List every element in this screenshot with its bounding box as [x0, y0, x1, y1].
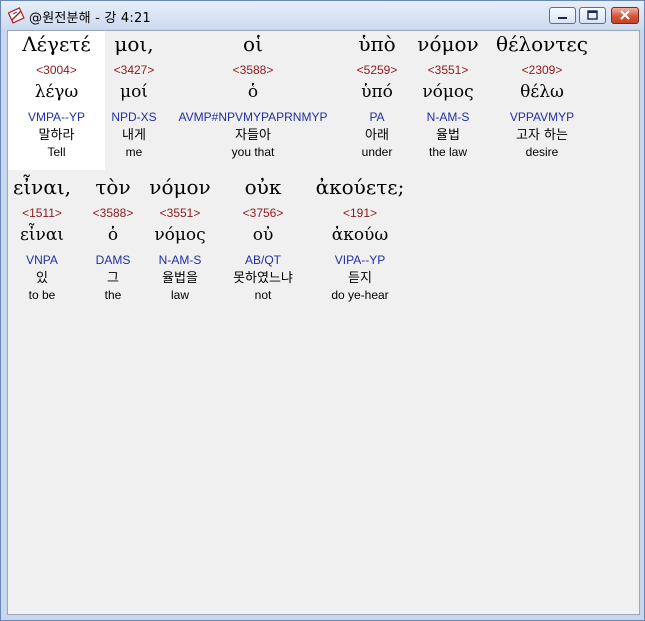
lemma: λέγω: [34, 82, 79, 102]
maximize-icon: [587, 10, 598, 20]
korean-gloss: 있: [36, 271, 48, 286]
morphology-code[interactable]: PA: [346, 109, 408, 126]
morphology-code[interactable]: VMPA--YP: [8, 109, 105, 126]
strong-number[interactable]: <3551>: [410, 62, 486, 79]
word-moi[interactable]: μοι, <3427> μοί NPD-XS 내게 me: [105, 31, 163, 161]
greek-word: μοι,: [114, 32, 154, 56]
lemma: οὐ: [252, 225, 274, 245]
morphology-code[interactable]: N-AM-S: [410, 109, 486, 126]
close-button[interactable]: [611, 7, 639, 24]
greek-word: ὑπὸ: [358, 32, 396, 56]
word-akouete[interactable]: ἀκούετε; <191> ἀκούω VIPA--YP 듣지 do ye-h…: [313, 174, 407, 304]
close-icon: [620, 10, 630, 20]
morphology-code[interactable]: VNPA: [8, 252, 76, 269]
strong-number[interactable]: <191>: [313, 205, 407, 222]
english-gloss: desire: [525, 145, 559, 159]
word-einai[interactable]: εἶναι, <1511> εἶναι VNPA 있 to be: [8, 174, 76, 304]
word-lego[interactable]: Λέγετέ <3004> λέγω VMPA--YP 말하라 Tell: [8, 31, 105, 170]
korean-gloss: 자들아: [235, 128, 271, 143]
lemma: ὁ: [247, 82, 259, 102]
korean-gloss: 듣지: [348, 271, 372, 286]
word-nomon[interactable]: νόμον <3551> νόμος N-AM-S 율법 the law: [410, 31, 486, 161]
lemma: νόμος: [154, 225, 206, 245]
greek-word: τὸν: [95, 175, 131, 199]
morphology-code[interactable]: VPPAVMYP: [490, 109, 594, 126]
korean-gloss: 아래: [365, 128, 389, 143]
strong-number[interactable]: <3588>: [168, 62, 338, 79]
book-pen-icon: [8, 7, 25, 24]
lemma: νόμος: [422, 82, 474, 102]
strong-number[interactable]: <3756>: [220, 205, 306, 222]
morphology-code[interactable]: VIPA--YP: [313, 252, 407, 269]
word-hoi[interactable]: οἱ <3588> ὁ AVMP#NPVMYPAPRNMYP 자들아 you t…: [168, 31, 338, 161]
english-gloss: the: [104, 288, 122, 302]
morphology-code[interactable]: NPD-XS: [105, 109, 163, 126]
korean-gloss: 내게: [122, 128, 146, 143]
word-nomon-2[interactable]: νόμον <3551> νόμος N-AM-S 율법을 law: [146, 174, 214, 304]
greek-word: θέλοντες: [496, 32, 588, 56]
english-gloss: you that: [231, 145, 275, 159]
english-gloss: not: [254, 288, 272, 302]
morphology-code[interactable]: DAMS: [84, 252, 142, 269]
lemma: θέλω: [520, 82, 564, 102]
title-bar[interactable]: @원전분해 - 강 4:21: [1, 1, 644, 29]
app-window: @원전분해 - 강 4:21 Λέγετέ <3004> λέγω VMPA--…: [0, 0, 645, 621]
strong-number[interactable]: <1511>: [8, 205, 76, 222]
lemma: ὁ: [107, 225, 119, 245]
english-gloss: the law: [428, 145, 468, 159]
english-gloss: law: [170, 288, 189, 302]
strong-number[interactable]: <3004>: [8, 62, 105, 79]
lemma: εἶναι: [20, 225, 64, 245]
lemma: ἀκούω: [331, 225, 389, 245]
minimize-icon: [558, 17, 567, 19]
korean-gloss: 못하였느냐: [233, 271, 293, 286]
word-hypo[interactable]: ὑπὸ <5259> ὑπό PA 아래 under: [346, 31, 408, 161]
english-gloss: me: [125, 145, 143, 159]
greek-word: οὐκ: [244, 175, 282, 199]
korean-gloss: 율법: [436, 128, 460, 143]
strong-number[interactable]: <5259>: [346, 62, 408, 79]
strong-number[interactable]: <3551>: [146, 205, 214, 222]
english-gloss: Tell: [47, 145, 66, 159]
lemma: ὑπό: [361, 82, 393, 102]
korean-gloss: 고자 하는: [516, 128, 568, 143]
word-ton[interactable]: τὸν <3588> ὁ DAMS 그 the: [84, 174, 142, 304]
english-gloss: under: [361, 145, 393, 159]
greek-word: νόμον: [417, 32, 479, 56]
strong-number[interactable]: <3588>: [84, 205, 142, 222]
interlinear-view[interactable]: Λέγετέ <3004> λέγω VMPA--YP 말하라 Tell μοι…: [7, 30, 640, 615]
greek-word: οἱ: [243, 32, 263, 56]
lemma: μοί: [120, 82, 148, 102]
word-thelontes[interactable]: θέλοντες <2309> θέλω VPPAVMYP 고자 하는 desi…: [490, 31, 594, 161]
strong-number[interactable]: <3427>: [105, 62, 163, 79]
greek-word: Λέγετέ: [22, 32, 91, 56]
morphology-code[interactable]: AB/QT: [220, 252, 306, 269]
greek-word: εἶναι,: [12, 175, 72, 199]
greek-word: νόμον: [149, 175, 211, 199]
minimize-button[interactable]: [549, 7, 576, 24]
maximize-button[interactable]: [579, 7, 606, 24]
korean-gloss: 율법을: [162, 271, 198, 286]
morphology-code[interactable]: AVMP#NPVMYPAPRNMYP: [168, 109, 338, 126]
korean-gloss: 그: [107, 271, 119, 286]
morphology-code[interactable]: N-AM-S: [146, 252, 214, 269]
greek-word: ἀκούετε;: [315, 175, 405, 199]
strong-number[interactable]: <2309>: [490, 62, 594, 79]
english-gloss: to be: [28, 288, 56, 302]
english-gloss: do ye-hear: [331, 288, 389, 302]
word-ouk[interactable]: οὐκ <3756> οὐ AB/QT 못하였느냐 not: [220, 174, 306, 304]
window-title: @원전분해 - 강 4:21: [29, 11, 151, 26]
korean-gloss: 말하라: [38, 128, 75, 143]
